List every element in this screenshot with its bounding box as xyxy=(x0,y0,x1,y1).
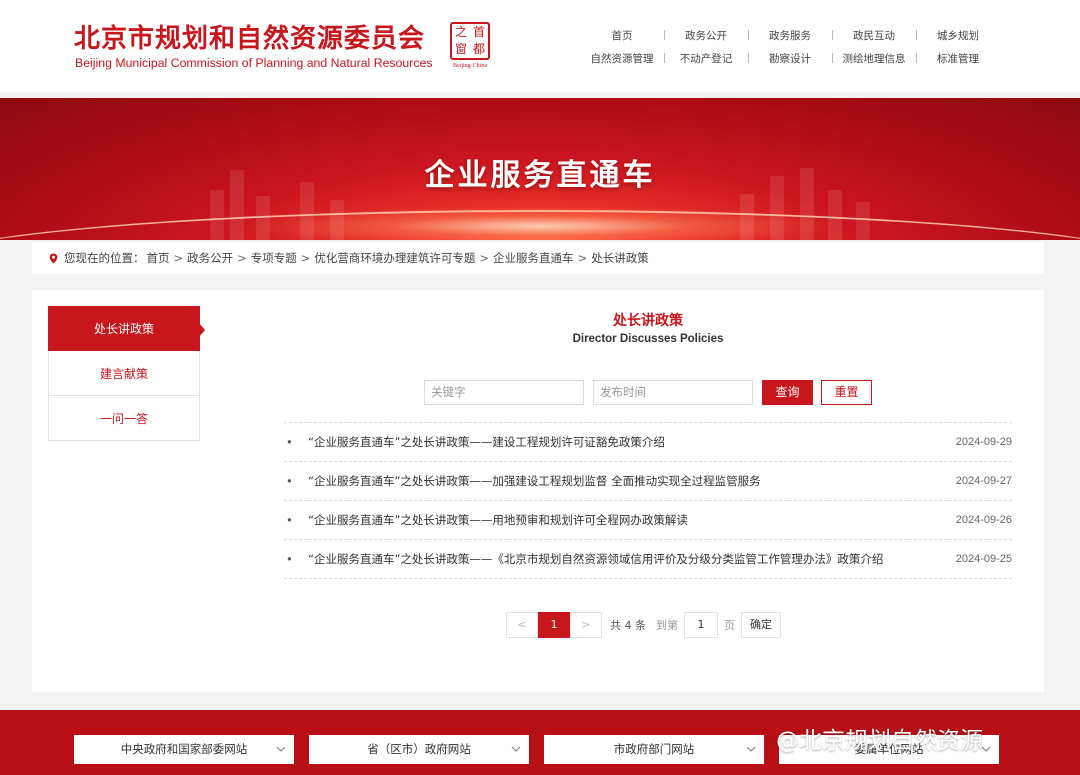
capital-window-logo[interactable]: 首 都 之 窗 Beijing·China xyxy=(447,22,493,72)
chevron-down-icon xyxy=(276,746,286,752)
municipal-dept-sites-select[interactable]: 市政府部门网站 xyxy=(544,735,764,764)
nav-item-real-estate[interactable]: 不动产登记 xyxy=(664,51,748,65)
nav-item-survey-design[interactable]: 勘察设计 xyxy=(748,51,832,65)
article-list: • “企业服务直通车”之处长讲政策——建设工程规划许可证豁免政策介绍 2024-… xyxy=(284,422,1012,579)
breadcrumb-separator: > xyxy=(300,251,311,265)
goto-confirm-button[interactable]: 确定 xyxy=(741,612,781,638)
pagination: < 1 > 共 4 条 到第 1 页 确定 xyxy=(506,612,781,638)
banner-title: 企业服务直通车 xyxy=(424,158,656,193)
nav-item-gov-affairs[interactable]: 政务公开 xyxy=(664,28,748,42)
next-page-button[interactable]: > xyxy=(570,612,602,638)
seal-char: 首 xyxy=(473,25,486,39)
bullet-icon: • xyxy=(286,513,293,527)
select-label: 市政府部门网站 xyxy=(613,742,695,756)
nav-row-secondary: 自然资源管理 不动产登记 勘察设计 测绘地理信息 标准管理 xyxy=(580,51,1000,65)
article-date: 2024-09-29 xyxy=(955,436,1012,448)
list-item[interactable]: • “企业服务直通车”之处长讲政策——建设工程规划许可证豁免政策介绍 2024-… xyxy=(284,423,1012,462)
location-pin-icon xyxy=(49,252,58,264)
breadcrumb: 您现在的位置： 首页 > 政务公开 > 专项专题 > 优化营商环境办理建筑许可专… xyxy=(32,242,1044,274)
page-button-current[interactable]: 1 xyxy=(538,612,570,638)
select-label: 中央政府和国家部委网站 xyxy=(120,742,248,756)
seal-char: 窗 xyxy=(455,42,468,56)
nav-item-home[interactable]: 首页 xyxy=(580,28,664,42)
provincial-gov-sites-select[interactable]: 省（区市）政府网站 xyxy=(309,735,529,764)
total-count: 共 4 条 xyxy=(610,619,646,632)
breadcrumb-separator: > xyxy=(237,251,247,265)
horizon-glow xyxy=(240,206,840,240)
seal-subtitle: Beijing·China xyxy=(453,63,487,69)
breadcrumb-gov-affairs[interactable]: 政务公开 xyxy=(187,250,233,266)
article-date: 2024-09-26 xyxy=(955,514,1012,526)
article-title[interactable]: “企业服务直通车”之处长讲政策——用地预审和规划许可全程网办政策解读 xyxy=(308,512,932,528)
chevron-down-icon xyxy=(746,746,756,752)
breadcrumb-permit-topic[interactable]: 优化营商环境办理建筑许可专题 xyxy=(314,250,475,266)
reset-button[interactable]: 重置 xyxy=(821,380,872,405)
keyword-input[interactable]: 关键字 xyxy=(424,380,584,405)
sidebar-item-qa[interactable]: 一问一答 xyxy=(48,396,200,441)
hero-banner: 企业服务直通车 xyxy=(0,98,1080,240)
central-gov-sites-select[interactable]: 中央政府和国家部委网站 xyxy=(74,735,294,764)
select-label: 省（区市）政府网站 xyxy=(367,742,471,756)
seal-char: 之 xyxy=(455,25,468,39)
page-unit-label: 页 xyxy=(724,619,735,632)
content-card: 处长讲政策 建言献策 一问一答 处长讲政策 Director Discusses… xyxy=(32,290,1044,692)
goto-page-input[interactable]: 1 xyxy=(684,612,718,638)
article-date: 2024-09-27 xyxy=(955,475,1012,487)
nav-row-primary: 首页 政务公开 政务服务 政民互动 城乡规划 xyxy=(580,28,1000,42)
bullet-icon: • xyxy=(286,552,293,566)
prev-page-button[interactable]: < xyxy=(506,612,538,638)
section-subtitle: Director Discusses Policies xyxy=(572,333,724,345)
chevron-down-icon xyxy=(511,746,521,752)
article-title[interactable]: “企业服务直通车”之处长讲政策——建设工程规划许可证豁免政策介绍 xyxy=(308,434,932,450)
sidebar-menu: 处长讲政策 建言献策 一问一答 xyxy=(48,306,205,441)
list-item[interactable]: • “企业服务直通车”之处长讲政策——用地预审和规划许可全程网办政策解读 202… xyxy=(284,501,1012,540)
article-date: 2024-09-25 xyxy=(955,553,1012,565)
publish-date-input[interactable]: 发布时间 xyxy=(593,380,753,405)
breadcrumb-separator: > xyxy=(173,251,184,265)
list-item[interactable]: • “企业服务直通车”之处长讲政策——《北京市规划自然资源领域信用评价及分级分类… xyxy=(284,540,1012,579)
site-title-en[interactable]: Beijing Municipal Commission of Planning… xyxy=(75,56,432,70)
bullet-icon: • xyxy=(286,474,293,488)
breadcrumb-enterprise-service[interactable]: 企业服务直通车 xyxy=(493,250,574,266)
query-button[interactable]: 查询 xyxy=(762,380,813,405)
breadcrumb-separator: > xyxy=(577,251,588,265)
nav-item-urban-planning[interactable]: 城乡规划 xyxy=(916,28,1000,42)
nav-item-natural-resources[interactable]: 自然资源管理 xyxy=(580,51,664,65)
list-item[interactable]: • “企业服务直通车”之处长讲政策——加强建设工程规划监督 全面推动实现全过程监… xyxy=(284,462,1012,501)
breadcrumb-separator: > xyxy=(479,251,490,265)
bullet-icon: • xyxy=(286,435,293,449)
nav-item-interaction[interactable]: 政民互动 xyxy=(832,28,916,42)
source-watermark: @北京规划自然资源 xyxy=(776,728,983,754)
nav-item-standards[interactable]: 标准管理 xyxy=(916,51,1000,65)
article-title[interactable]: “企业服务直通车”之处长讲政策——《北京市规划自然资源领域信用评价及分级分类监管… xyxy=(308,551,932,567)
seal-char: 都 xyxy=(473,42,486,56)
article-title[interactable]: “企业服务直通车”之处长讲政策——加强建设工程规划监督 全面推动实现全过程监管服… xyxy=(308,473,932,489)
sidebar-item-director-policies[interactable]: 处长讲政策 xyxy=(48,306,205,351)
nav-item-surveying-mapping[interactable]: 测绘地理信息 xyxy=(832,51,916,65)
section-title: 处长讲政策 xyxy=(613,313,683,329)
breadcrumb-special-topics[interactable]: 专项专题 xyxy=(251,250,297,266)
site-header: 北京市规划和自然资源委员会 Beijing Municipal Commissi… xyxy=(0,0,1080,92)
breadcrumb-current[interactable]: 处长讲政策 xyxy=(591,250,649,266)
breadcrumb-prefix: 您现在的位置： xyxy=(64,251,145,265)
breadcrumb-home[interactable]: 首页 xyxy=(147,250,170,266)
nav-item-gov-services[interactable]: 政务服务 xyxy=(748,28,832,42)
site-title-cn[interactable]: 北京市规划和自然资源委员会 xyxy=(74,18,425,55)
sidebar-item-suggestions[interactable]: 建言献策 xyxy=(48,351,200,396)
search-bar: 关键字 发布时间 查询 重置 xyxy=(424,380,872,406)
goto-label: 到第 xyxy=(656,619,678,632)
